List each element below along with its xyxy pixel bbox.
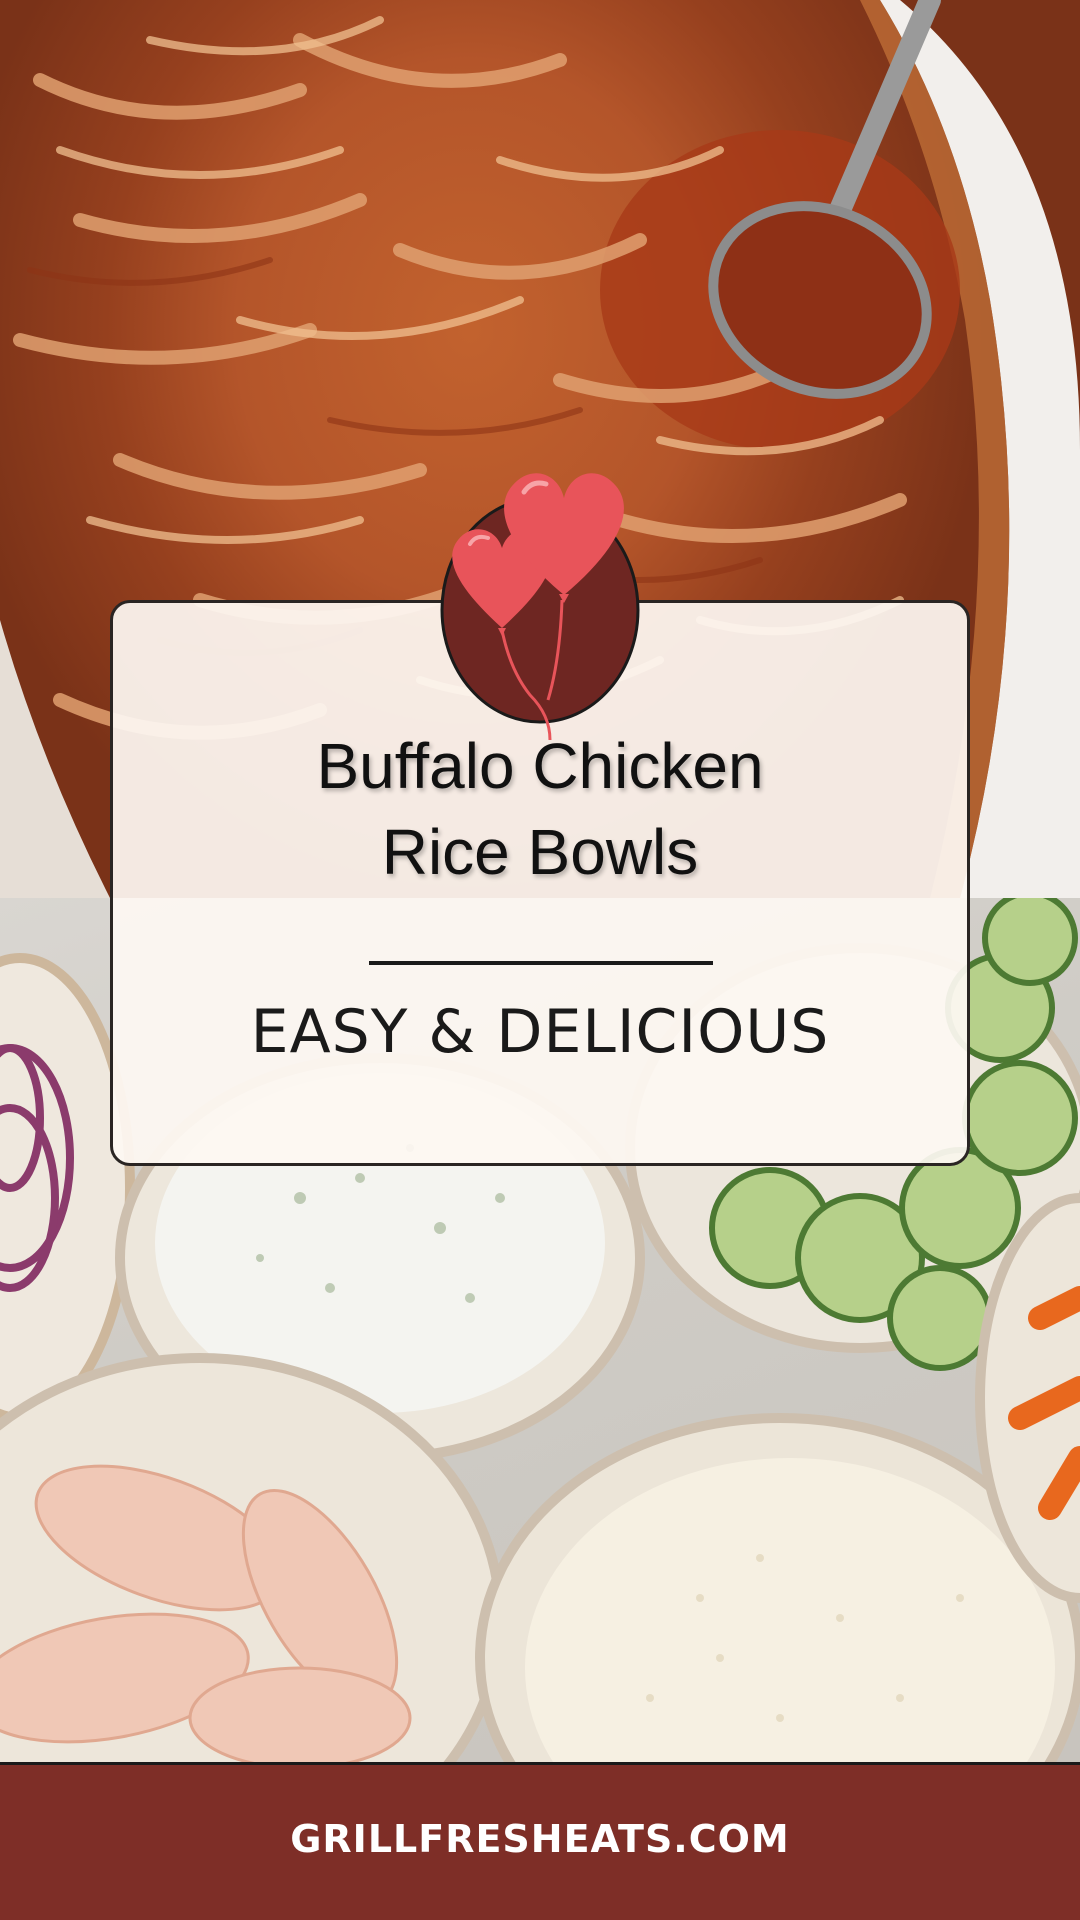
heart-balloons-icon (440, 440, 640, 741)
recipe-title-line-2: Rice Bowls (381, 816, 699, 888)
recipe-title: Buffalo Chicken Rice Bowls (113, 723, 967, 895)
title-divider (369, 961, 713, 965)
recipe-subtitle: EASY & DELICIOUS (250, 997, 830, 1067)
website-link[interactable]: GRILLFRESHEATS.COM (0, 1817, 1080, 1861)
footer-bar: GRILLFRESHEATS.COM (0, 1762, 1080, 1920)
